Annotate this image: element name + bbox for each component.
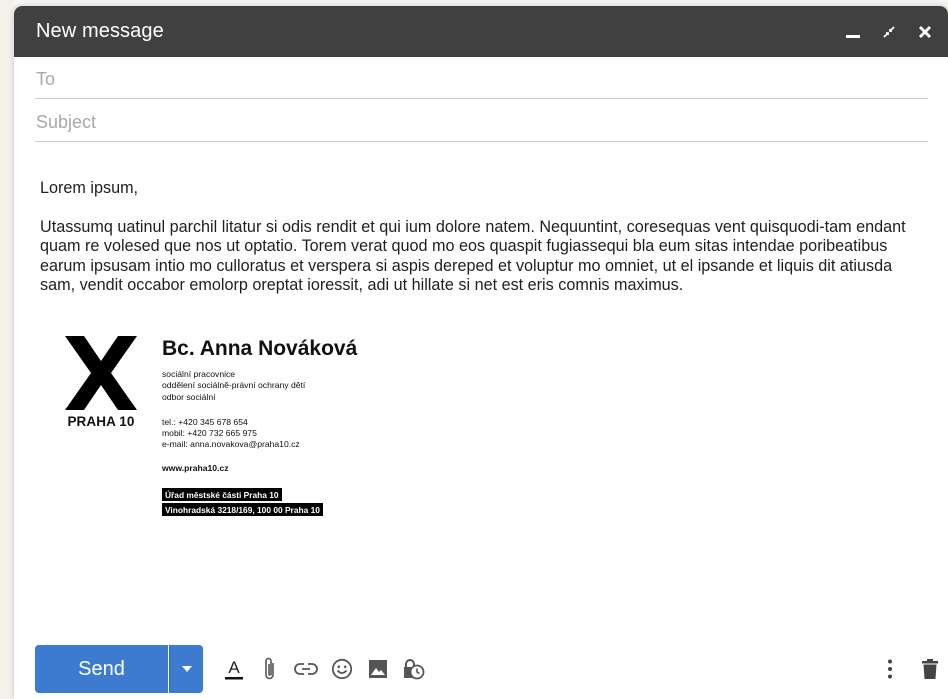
to-field (35, 57, 928, 99)
exit-fullscreen-icon[interactable] (878, 21, 900, 43)
signature-mobile: mobil: +420 732 665 975 (162, 428, 257, 439)
more-options-icon[interactable] (872, 649, 908, 689)
signature-info: Bc. Anna Nováková sociální pracovnice od… (162, 336, 357, 519)
signature-address: Úřad městské části Praha 10 Vinohradská … (162, 488, 357, 517)
praha10-logo: PRAHA 10 (56, 335, 146, 432)
signature-role: sociální pracovnice (162, 369, 236, 379)
logo-x-mark (65, 335, 137, 410)
background-left (0, 0, 14, 699)
signature-address-line: Úřad městské části Praha 10 (162, 488, 282, 502)
signature-roles: sociální pracovnice oddělení sociálně-pr… (162, 369, 357, 403)
signature-name: Bc. Anna Nováková (162, 336, 358, 360)
to-input[interactable] (35, 69, 928, 98)
logo-text: PRAHA 10 (67, 413, 135, 429)
signature-role: oddělení sociálně-právní ochrany dětí (162, 380, 306, 391)
formatting-icon[interactable]: A (216, 649, 252, 689)
message-body[interactable]: Lorem ipsum, Utassumq uatinul parchil li… (14, 179, 948, 566)
more-tools (872, 649, 948, 689)
photo-icon[interactable] (360, 649, 396, 689)
window-controls (842, 21, 948, 43)
trash-icon[interactable] (912, 649, 948, 689)
signature-website[interactable]: www.praha10.cz (162, 463, 357, 474)
message-paragraph: Utassumq uatinul parchil litatur si odis… (40, 217, 906, 295)
email-signature: PRAHA 10 Bc. Anna Nováková sociální prac… (40, 335, 926, 566)
formatting-tools: A (216, 649, 432, 689)
attach-icon[interactable] (252, 649, 288, 689)
compose-window: New message Lorem ipsum, Utassumq uatinu… (14, 6, 948, 699)
confidential-icon[interactable] (396, 649, 432, 689)
send-options-button[interactable] (169, 645, 203, 693)
send-button[interactable]: Send (35, 645, 168, 693)
signature-phone: tel.: +420 345 678 654 (162, 416, 248, 427)
link-icon[interactable] (288, 649, 324, 689)
caret-down-icon (181, 666, 192, 672)
svg-text:A: A (228, 658, 240, 677)
close-icon[interactable] (914, 21, 936, 43)
compose-toolbar: Send A (35, 644, 948, 694)
signature-address-line: Vinohradská 3218/169, 100 00 Praha 10 (162, 503, 323, 517)
window-title: New message (36, 20, 164, 42)
compose-titlebar[interactable]: New message (14, 6, 948, 57)
subject-field (35, 99, 928, 142)
signature-role: odbor sociální (162, 391, 216, 402)
subject-input[interactable] (35, 112, 928, 141)
minimize-icon[interactable] (842, 21, 864, 43)
message-greeting: Lorem ipsum, (40, 179, 139, 197)
signature-email[interactable]: e-mail: anna.novakova@praha10.cz (162, 439, 357, 450)
emoji-icon[interactable] (324, 649, 360, 689)
signature-contacts: tel.: +420 345 678 654 mobil: +420 732 6… (162, 417, 357, 451)
